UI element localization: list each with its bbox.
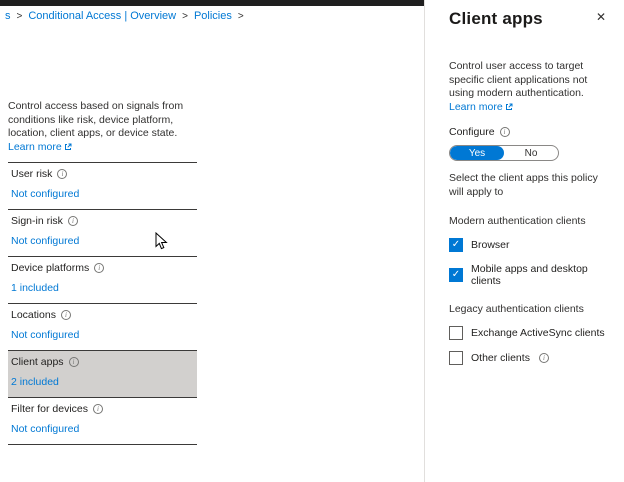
info-icon[interactable]: i [68,216,78,226]
conditions-panel: Control access based on signals from con… [8,100,197,445]
condition-value-link[interactable]: 2 included [11,376,59,388]
condition-value-link[interactable]: Not configured [11,235,79,247]
checkbox-label: Browser [471,239,510,251]
select-client-apps-prompt: Select the client apps this policy will … [449,172,607,199]
checkbox-exchange-activesync-clients[interactable]: ✓ Exchange ActiveSync clients [449,326,610,340]
checkbox-label: Exchange ActiveSync clients [471,327,605,339]
configure-toggle[interactable]: Yes No [449,145,559,161]
info-icon[interactable]: i [94,263,104,273]
condition-device-platforms[interactable]: Device platforms i 1 included [8,256,197,303]
checkbox-browser[interactable]: ✓ Browser [449,238,610,252]
close-icon[interactable]: ✕ [592,9,610,25]
info-icon[interactable]: i [57,169,67,179]
checkbox-icon[interactable]: ✓ [449,351,463,365]
condition-locations[interactable]: Locations i Not configured [8,303,197,350]
flyout-header: Client apps ✕ [449,9,610,29]
condition-label: User risk [11,168,52,180]
condition-value-link[interactable]: 1 included [11,282,59,294]
condition-label: Locations [11,309,56,321]
modern-auth-heading: Modern authentication clients [449,215,610,227]
info-icon[interactable]: i [61,310,71,320]
breadcrumb-policies-link[interactable]: Policies [194,10,232,22]
breadcrumb: s > Conditional Access | Overview > Poli… [5,10,244,22]
azure-portal-screen: s > Conditional Access | Overview > Poli… [0,0,624,482]
check-icon: ✓ [452,270,460,280]
conditions-intro-text: Control access based on signals from con… [8,100,197,155]
checkbox-icon[interactable]: ✓ [449,268,463,282]
flyout-learn-more-link[interactable]: Learn more [449,101,503,113]
condition-label: Sign-in risk [11,215,63,227]
checkbox-other-clients[interactable]: ✓ Other clients i [449,351,610,365]
condition-list: User risk i Not configured Sign-in risk i … [8,162,197,445]
breadcrumb-conditional-access-link[interactable]: Conditional Access | Overview [28,10,176,22]
checkbox-icon[interactable]: ✓ [449,326,463,340]
flyout-description-text: Control user access to target specific c… [449,60,587,99]
client-apps-flyout: Client apps ✕ Control user access to tar… [424,0,624,482]
condition-label: Filter for devices [11,403,88,415]
conditions-intro: Control access based on signals from con… [8,100,183,139]
condition-filter-for-devices[interactable]: Filter for devices i Not configured [8,397,197,444]
condition-value-link[interactable]: Not configured [11,423,79,435]
condition-label: Client apps [11,356,64,368]
configure-label-row: Configure i [449,126,610,138]
toggle-no-option[interactable]: No [504,146,558,160]
condition-value-link[interactable]: Not configured [11,329,79,341]
check-icon: ✓ [452,240,460,250]
checkbox-label: Other clients [471,352,530,364]
checkbox-mobile-apps-desktop-clients[interactable]: ✓ Mobile apps and desktop clients [449,263,610,287]
top-chrome-strip [0,0,425,6]
checkbox-icon[interactable]: ✓ [449,238,463,252]
checkbox-label: Mobile apps and desktop clients [471,263,610,287]
toggle-yes-option[interactable]: Yes [450,146,504,160]
external-link-icon [505,102,513,116]
condition-user-risk[interactable]: User risk i Not configured [8,162,197,209]
condition-value-link[interactable]: Not configured [11,188,79,200]
breadcrumb-separator: > [182,11,188,22]
external-link-icon [64,142,72,156]
info-icon[interactable]: i [539,353,549,363]
breadcrumb-prefix-link[interactable]: s [5,10,11,22]
flyout-description: Control user access to target specific c… [449,60,611,115]
info-icon[interactable]: i [69,357,79,367]
flyout-title: Client apps [449,9,543,29]
info-icon[interactable]: i [500,127,510,137]
breadcrumb-separator: > [17,11,23,22]
condition-client-apps[interactable]: Client apps i 2 included [8,350,197,397]
configure-label: Configure [449,126,495,138]
condition-label: Device platforms [11,262,89,274]
info-icon[interactable]: i [93,404,103,414]
legacy-auth-heading: Legacy authentication clients [449,303,610,315]
conditions-learn-more-link[interactable]: Learn more [8,141,62,153]
breadcrumb-separator: > [238,11,244,22]
condition-sign-in-risk[interactable]: Sign-in risk i Not configured [8,209,197,256]
